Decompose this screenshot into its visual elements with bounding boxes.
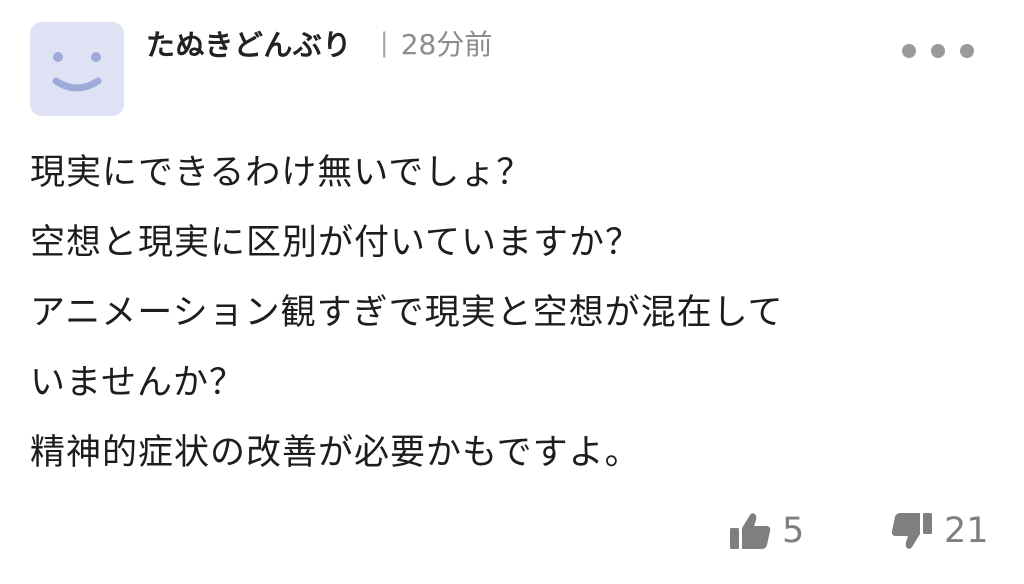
avatar[interactable] [30, 22, 124, 116]
more-dots-icon [931, 44, 945, 58]
comment-text-line: 現実にできるわけ無いでしょ？ [30, 153, 533, 193]
header-separator: | [379, 28, 389, 58]
comment-text-line: アニメーション観すぎで現実と空想が混在して [30, 293, 784, 333]
comment-text-line: いませんか？ [30, 363, 245, 403]
comment-text-line: 精神的症状の改善が必要かもですよ。 [30, 433, 641, 473]
like-button[interactable]: 5 [728, 508, 804, 554]
comment-card: たぬきどんぶり | 28分前 現実にできるわけ無いでしょ？ 空想と現実に区別が付… [0, 0, 1024, 584]
thumbs-down-icon [891, 513, 932, 549]
comment-body: 現実にできるわけ無いでしょ？ 空想と現実に区別が付いていますか？ アニメーション… [30, 138, 990, 488]
timestamp: 28分前 [400, 28, 493, 61]
more-dots-icon [902, 44, 916, 58]
more-options-button[interactable] [902, 34, 974, 68]
comment-text-line: 空想と現実に区別が付いていますか？ [30, 223, 641, 263]
smiley-face-icon [52, 52, 102, 92]
like-count: 5 [782, 511, 805, 551]
author-name[interactable]: たぬきどんぶり [146, 22, 352, 64]
dislike-button[interactable]: 21 [890, 508, 989, 554]
comment-header: たぬきどんぶり | 28分前 [146, 20, 492, 66]
thumbs-up-icon [730, 513, 771, 549]
dislike-count: 21 [944, 511, 989, 551]
more-dots-icon [960, 44, 974, 58]
